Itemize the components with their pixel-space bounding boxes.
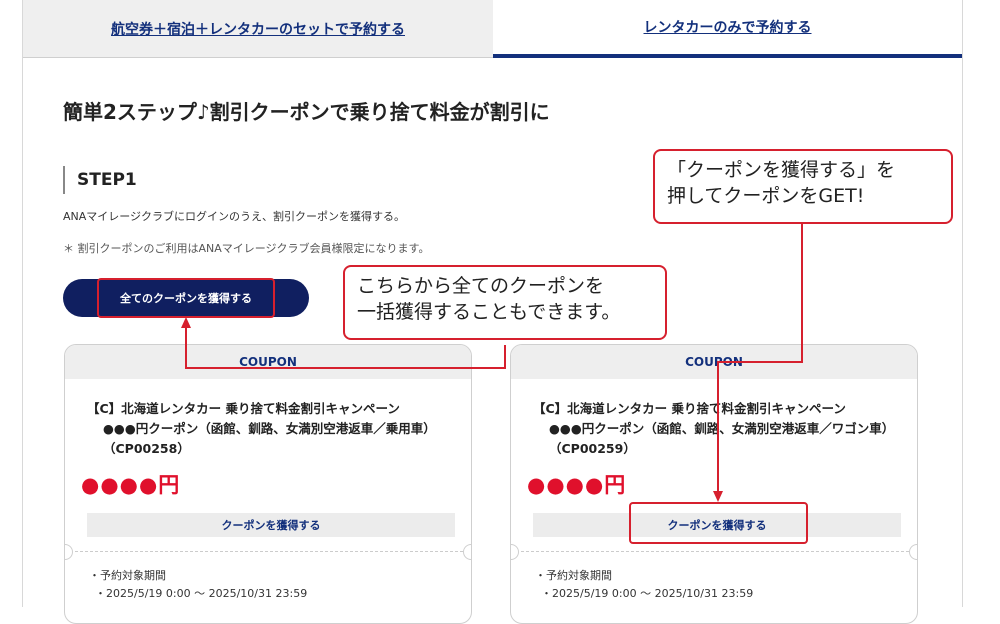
coupon-period: ・2025/5/19 0:00 ～ 2025/10/31 23:59	[541, 587, 754, 600]
booking-tabs: 航空券＋宿泊＋レンタカーのセットで予約する レンタカーのみで予約する	[23, 0, 962, 58]
coupon-notch-right	[463, 544, 471, 560]
step-description: ANAマイレージクラブにログインのうえ、割引クーポンを獲得する。	[63, 210, 406, 223]
callout-get-all-line2: 一括獲得することもできます。	[357, 301, 621, 323]
coupon-price: ●●●●円	[527, 473, 627, 497]
callout-get-coupon-line2: 押してクーポンをGET!	[667, 185, 865, 207]
coupon-period: ・2025/5/19 0:00 ～ 2025/10/31 23:59	[95, 587, 308, 600]
coupon-header: COUPON	[65, 345, 471, 379]
highlight-get-coupon-button	[629, 502, 808, 544]
coupon-divider	[75, 551, 463, 552]
coupon-card-cp00258: COUPON 【C】北海道レンタカー 乗り捨て料金割引キャンペーン ●●●円クー…	[64, 344, 472, 624]
tab-rental-only[interactable]: レンタカーのみで予約する	[493, 0, 962, 58]
coupon-header: COUPON	[511, 345, 917, 379]
coupon-title-line2: ●●●円クーポン（函館、釧路、女満別空港返車／ワゴン車）（CP00259）	[549, 421, 888, 456]
coupon-notch-right	[909, 544, 917, 560]
coupon-title-line1: 【C】北海道レンタカー 乗り捨て料金割引キャンペーン	[533, 401, 846, 416]
callout-get-coupon-line1: 「クーポンを獲得する」を	[667, 159, 896, 181]
callout-get-coupon: 「クーポンを獲得する」を 押してクーポンをGET!	[653, 149, 953, 224]
callout-get-all-line1: こちらから全てのクーポンを	[357, 275, 605, 297]
callout-get-all: こちらから全てのクーポンを 一括獲得することもできます。	[343, 265, 667, 340]
get-coupon-button[interactable]: クーポンを獲得する	[87, 513, 455, 537]
coupon-divider	[521, 551, 909, 552]
coupon-title: 【C】北海道レンタカー 乗り捨て料金割引キャンペーン ●●●円クーポン（函館、釧…	[533, 399, 893, 459]
tab-set-booking[interactable]: 航空券＋宿泊＋レンタカーのセットで予約する	[23, 0, 493, 58]
coupon-period-label: ・予約対象期間	[535, 569, 612, 582]
step-note: ＊ 割引クーポンのご利用はANAマイレージクラブ会員様限定になります。	[63, 242, 430, 255]
page-heading: 簡単2ステップ♪割引クーポンで乗り捨て料金が割引に	[63, 100, 550, 124]
coupon-title-line2: ●●●円クーポン（函館、釧路、女満別空港返車／乗用車）（CP00258）	[103, 421, 436, 456]
coupon-notch-left	[511, 544, 519, 560]
highlight-get-all-button	[97, 278, 275, 318]
coupon-period-label: ・予約対象期間	[89, 569, 166, 582]
coupon-card-cp00259: COUPON 【C】北海道レンタカー 乗り捨て料金割引キャンペーン ●●●円クー…	[510, 344, 918, 624]
coupon-title: 【C】北海道レンタカー 乗り捨て料金割引キャンペーン ●●●円クーポン（函館、釧…	[87, 399, 447, 459]
step-title: STEP1	[63, 166, 137, 194]
coupon-title-line1: 【C】北海道レンタカー 乗り捨て料金割引キャンペーン	[87, 401, 400, 416]
coupon-notch-left	[65, 544, 73, 560]
coupon-price: ●●●●円	[81, 473, 181, 497]
